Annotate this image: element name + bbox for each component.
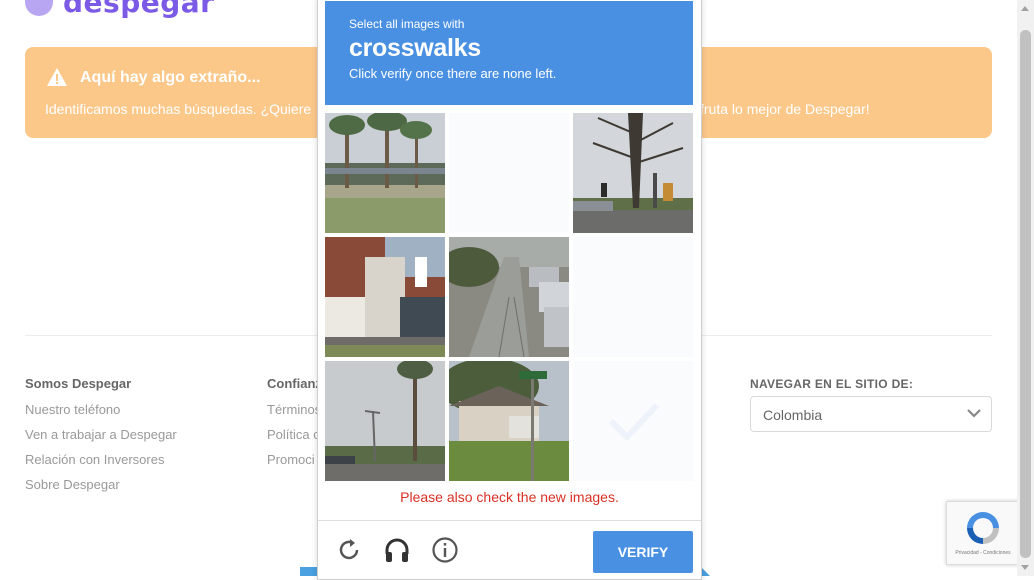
challenge-tile-4[interactable] [325, 237, 445, 357]
selected-check-icon [608, 402, 660, 442]
logo-text: despegar [63, 0, 215, 19]
recaptcha-logo-icon [967, 512, 999, 544]
navigate-site-heading: NAVEGAR EN EL SITIO DE: [750, 377, 914, 391]
challenge-error-message: Please also check the new images. [400, 489, 619, 505]
reload-icon[interactable] [335, 536, 363, 564]
partial-graphic-left [300, 567, 318, 576]
recaptcha-challenge: Select all images with crosswalks Click … [317, 0, 702, 580]
recaptcha-badge[interactable]: Privacidad - Condiciones [946, 501, 1020, 565]
logo-mark-icon [25, 0, 53, 16]
info-icon[interactable] [431, 536, 459, 564]
chevron-down-icon [967, 409, 981, 418]
tile-image [573, 113, 693, 233]
tile-image [325, 113, 445, 233]
footer-link[interactable]: Política c [267, 428, 322, 453]
challenge-instruction: Select all images with [349, 17, 465, 31]
verify-button[interactable]: VERIFY [593, 531, 693, 573]
challenge-tile-8[interactable] [449, 361, 569, 481]
challenge-keyword: crosswalks [349, 34, 481, 62]
footer-link[interactable]: Sobre Despegar [25, 478, 177, 503]
challenge-header: Select all images with crosswalks Click … [325, 1, 693, 105]
footer-link[interactable]: Ven a trabajar a Despegar [25, 428, 177, 453]
tile-image [325, 237, 445, 357]
challenge-tile-7[interactable] [325, 361, 445, 481]
challenge-footer-divider [318, 520, 701, 521]
country-select[interactable]: Colombia [750, 396, 992, 432]
challenge-tile-9[interactable] [573, 361, 693, 481]
challenge-tile-2[interactable] [449, 113, 569, 233]
tile-image [325, 361, 445, 481]
recaptcha-badge-text[interactable]: Privacidad - Condiciones [947, 550, 1019, 556]
warning-text-left: Identificamos muchas búsquedas. ¿Quiere [45, 101, 312, 117]
audio-headphones-icon[interactable] [383, 536, 411, 564]
footer-heading: Confianz [267, 376, 322, 391]
footer-link[interactable]: Nuestro teléfono [25, 403, 177, 428]
scroll-down-arrow-icon[interactable] [1021, 565, 1029, 570]
footer-column-somos: Somos Despegar Nuestro teléfono Ven a tr… [25, 376, 177, 503]
challenge-tile-5[interactable] [449, 237, 569, 357]
warning-icon [47, 68, 67, 86]
warning-title: Aquí hay algo extraño... [80, 69, 261, 86]
scroll-thumb[interactable] [1020, 30, 1031, 558]
tile-image [449, 361, 569, 481]
despegar-logo[interactable]: despegar [25, 0, 215, 19]
challenge-tile-1[interactable] [325, 113, 445, 233]
footer-column-confianza: Confianz Términos Política c Promoci [267, 376, 322, 478]
scroll-up-arrow-icon[interactable] [1021, 6, 1029, 11]
challenge-subtext: Click verify once there are none left. [349, 66, 557, 81]
country-select-value: Colombia [763, 407, 823, 423]
footer-link[interactable]: Términos [267, 403, 322, 428]
footer-link[interactable]: Relación con Inversores [25, 453, 177, 478]
footer-link[interactable]: Promoci [267, 453, 322, 478]
challenge-tile-3[interactable] [573, 113, 693, 233]
footer-heading: Somos Despegar [25, 376, 132, 391]
warning-text-right: fruta lo mejor de Despegar! [700, 101, 870, 117]
challenge-tile-6[interactable] [573, 237, 693, 357]
page-scrollbar[interactable] [1017, 0, 1034, 576]
tile-image [449, 237, 569, 357]
